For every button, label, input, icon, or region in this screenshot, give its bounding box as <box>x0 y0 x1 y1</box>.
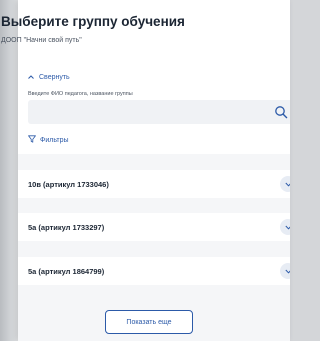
search-input[interactable] <box>28 100 290 124</box>
collapse-toggle[interactable]: Свернуть <box>28 74 70 81</box>
collapse-label: Свернуть <box>39 74 70 81</box>
filters-button[interactable]: Фильтры <box>28 135 69 145</box>
show-more-button[interactable]: Показать еще <box>105 310 193 334</box>
dialog-title: Выберите группу обучения <box>1 14 185 29</box>
group-item[interactable]: 5а (артикул 1733297) <box>18 213 290 241</box>
search-icon[interactable] <box>274 105 288 119</box>
chevron-down-icon[interactable] <box>280 263 290 279</box>
chevron-up-icon <box>28 74 34 81</box>
group-item-label: 5а (артикул 1733297) <box>28 222 105 232</box>
chevron-down-icon[interactable] <box>280 176 290 192</box>
filter-card: Свернуть Введите ФИО педагога, название … <box>18 64 290 154</box>
funnel-icon <box>28 135 36 145</box>
chevron-down-icon[interactable] <box>280 219 290 235</box>
group-item-label: 5а (артикул 1864799) <box>28 266 105 276</box>
search-field-label: Введите ФИО педагога, название группы <box>28 91 133 97</box>
group-item[interactable]: 10в (артикул 1733046) <box>18 170 290 198</box>
group-selection-panel: Свернуть Введите ФИО педагога, название … <box>18 0 290 341</box>
group-item[interactable]: 5а (артикул 1864799) <box>18 257 290 285</box>
dialog-subtitle: ДООП "Начни свой путь" <box>1 37 82 44</box>
filters-label: Фильтры <box>40 136 69 144</box>
group-item-label: 10в (артикул 1733046) <box>28 179 109 189</box>
panel-header <box>18 0 290 64</box>
